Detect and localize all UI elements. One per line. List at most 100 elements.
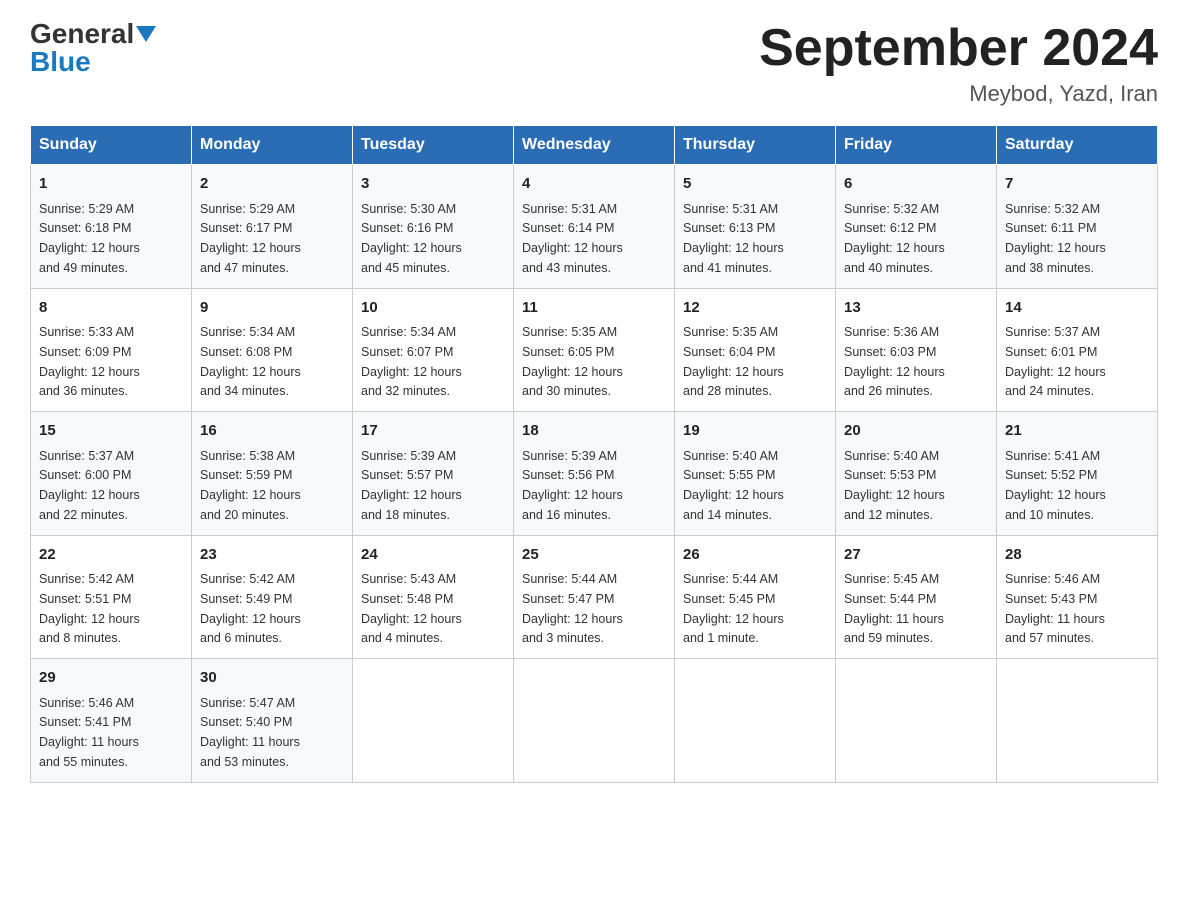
calendar-day-cell: 9Sunrise: 5:34 AMSunset: 6:08 PMDaylight… — [192, 288, 353, 412]
calendar-week-row: 15 Sunrise: 5:37 AMSunset: 6:00 PMDayligh… — [31, 412, 1158, 536]
day-number: 7 — [1005, 173, 1149, 196]
day-info-text: Sunrise: 5:40 AMSunset: 5:53 PMDaylight:… — [844, 449, 945, 522]
logo: General Blue — [30, 20, 156, 76]
day-info-text: Sunrise: 5:43 AMSunset: 5:48 PMDaylight:… — [361, 572, 462, 645]
calendar-day-cell: 3 Sunrise: 5:30 AMSunset: 6:16 PMDaylight… — [353, 165, 514, 289]
day-number: 17 — [361, 420, 505, 443]
calendar-day-cell: 19 Sunrise: 5:40 AMSunset: 5:55 PMDayligh… — [675, 412, 836, 536]
day-number: 6 — [844, 173, 988, 196]
day-info-text: Sunrise: 5:39 AMSunset: 5:56 PMDaylight:… — [522, 449, 623, 522]
calendar-table: SundayMondayTuesdayWednesdayThursdayFrid… — [30, 125, 1158, 783]
calendar-day-cell: 2 Sunrise: 5:29 AMSunset: 6:17 PMDaylight… — [192, 165, 353, 289]
calendar-day-cell: 17Sunrise: 5:39 AMSunset: 5:57 PMDayligh… — [353, 412, 514, 536]
calendar-week-row: 8Sunrise: 5:33 AMSunset: 6:09 PMDaylight… — [31, 288, 1158, 412]
day-info-text: Sunrise: 5:42 AMSunset: 5:49 PMDaylight:… — [200, 572, 301, 645]
day-info-text: Sunrise: 5:45 AMSunset: 5:44 PMDaylight:… — [844, 572, 944, 645]
calendar-day-cell: 15 Sunrise: 5:37 AMSunset: 6:00 PMDayligh… — [31, 412, 192, 536]
calendar-day-cell: 12 Sunrise: 5:35 AMSunset: 6:04 PMDayligh… — [675, 288, 836, 412]
day-info-text: Sunrise: 5:34 AMSunset: 6:07 PMDaylight:… — [361, 325, 462, 398]
weekday-header-row: SundayMondayTuesdayWednesdayThursdayFrid… — [31, 126, 1158, 165]
day-number: 10 — [361, 297, 505, 320]
weekday-header-wednesday: Wednesday — [514, 126, 675, 165]
calendar-day-cell — [675, 659, 836, 783]
weekday-header-sunday: Sunday — [31, 126, 192, 165]
calendar-day-cell: 21 Sunrise: 5:41 AMSunset: 5:52 PMDayligh… — [997, 412, 1158, 536]
day-number: 20 — [844, 420, 988, 443]
logo-blue: Blue — [30, 48, 91, 76]
calendar-week-row: 29 Sunrise: 5:46 AMSunset: 5:41 PMDayligh… — [31, 659, 1158, 783]
day-info-text: Sunrise: 5:29 AMSunset: 6:18 PMDaylight:… — [39, 202, 140, 275]
calendar-day-cell: 27Sunrise: 5:45 AMSunset: 5:44 PMDayligh… — [836, 535, 997, 659]
day-info-text: Sunrise: 5:46 AMSunset: 5:43 PMDaylight:… — [1005, 572, 1105, 645]
calendar-subtitle: Meybod, Yazd, Iran — [759, 81, 1158, 107]
calendar-day-cell: 4Sunrise: 5:31 AMSunset: 6:14 PMDaylight… — [514, 165, 675, 289]
calendar-day-cell — [514, 659, 675, 783]
calendar-day-cell: 25 Sunrise: 5:44 AMSunset: 5:47 PMDayligh… — [514, 535, 675, 659]
day-info-text: Sunrise: 5:32 AMSunset: 6:11 PMDaylight:… — [1005, 202, 1106, 275]
weekday-header-saturday: Saturday — [997, 126, 1158, 165]
day-info-text: Sunrise: 5:40 AMSunset: 5:55 PMDaylight:… — [683, 449, 784, 522]
calendar-week-row: 22 Sunrise: 5:42 AMSunset: 5:51 PMDayligh… — [31, 535, 1158, 659]
calendar-week-row: 1 Sunrise: 5:29 AMSunset: 6:18 PMDaylight… — [31, 165, 1158, 289]
weekday-header-friday: Friday — [836, 126, 997, 165]
calendar-day-cell: 23 Sunrise: 5:42 AMSunset: 5:49 PMDayligh… — [192, 535, 353, 659]
day-number: 2 — [200, 173, 344, 196]
day-info-text: Sunrise: 5:33 AMSunset: 6:09 PMDaylight:… — [39, 325, 140, 398]
day-number: 5 — [683, 173, 827, 196]
calendar-day-cell: 22 Sunrise: 5:42 AMSunset: 5:51 PMDayligh… — [31, 535, 192, 659]
day-number: 23 — [200, 544, 344, 567]
logo-triangle-icon — [136, 26, 156, 42]
calendar-day-cell: 14 Sunrise: 5:37 AMSunset: 6:01 PMDayligh… — [997, 288, 1158, 412]
day-number: 21 — [1005, 420, 1149, 443]
day-number: 30 — [200, 667, 344, 690]
calendar-day-cell: 18 Sunrise: 5:39 AMSunset: 5:56 PMDayligh… — [514, 412, 675, 536]
day-info-text: Sunrise: 5:38 AMSunset: 5:59 PMDaylight:… — [200, 449, 301, 522]
day-info-text: Sunrise: 5:44 AMSunset: 5:47 PMDaylight:… — [522, 572, 623, 645]
day-number: 22 — [39, 544, 183, 567]
day-info-text: Sunrise: 5:35 AMSunset: 6:04 PMDaylight:… — [683, 325, 784, 398]
calendar-body: 1 Sunrise: 5:29 AMSunset: 6:18 PMDaylight… — [31, 165, 1158, 783]
calendar-day-cell: 1 Sunrise: 5:29 AMSunset: 6:18 PMDaylight… — [31, 165, 192, 289]
weekday-header-thursday: Thursday — [675, 126, 836, 165]
day-number: 28 — [1005, 544, 1149, 567]
calendar-day-cell: 13Sunrise: 5:36 AMSunset: 6:03 PMDayligh… — [836, 288, 997, 412]
calendar-title: September 2024 — [759, 20, 1158, 77]
day-number: 14 — [1005, 297, 1149, 320]
calendar-day-cell: 10 Sunrise: 5:34 AMSunset: 6:07 PMDayligh… — [353, 288, 514, 412]
day-info-text: Sunrise: 5:37 AMSunset: 6:01 PMDaylight:… — [1005, 325, 1106, 398]
day-number: 15 — [39, 420, 183, 443]
day-info-text: Sunrise: 5:44 AMSunset: 5:45 PMDaylight:… — [683, 572, 784, 645]
day-info-text: Sunrise: 5:29 AMSunset: 6:17 PMDaylight:… — [200, 202, 301, 275]
logo-general: General — [30, 20, 134, 48]
calendar-day-cell: 11Sunrise: 5:35 AMSunset: 6:05 PMDayligh… — [514, 288, 675, 412]
day-number: 1 — [39, 173, 183, 196]
calendar-header: SundayMondayTuesdayWednesdayThursdayFrid… — [31, 126, 1158, 165]
calendar-day-cell: 29 Sunrise: 5:46 AMSunset: 5:41 PMDayligh… — [31, 659, 192, 783]
day-number: 26 — [683, 544, 827, 567]
day-number: 3 — [361, 173, 505, 196]
day-number: 12 — [683, 297, 827, 320]
day-number: 4 — [522, 173, 666, 196]
day-number: 18 — [522, 420, 666, 443]
day-info-text: Sunrise: 5:34 AMSunset: 6:08 PMDaylight:… — [200, 325, 301, 398]
title-block: September 2024 Meybod, Yazd, Iran — [759, 20, 1158, 107]
calendar-day-cell — [353, 659, 514, 783]
weekday-header-tuesday: Tuesday — [353, 126, 514, 165]
day-number: 19 — [683, 420, 827, 443]
calendar-day-cell: 7 Sunrise: 5:32 AMSunset: 6:11 PMDaylight… — [997, 165, 1158, 289]
day-info-text: Sunrise: 5:41 AMSunset: 5:52 PMDaylight:… — [1005, 449, 1106, 522]
calendar-day-cell: 30 Sunrise: 5:47 AMSunset: 5:40 PMDayligh… — [192, 659, 353, 783]
day-info-text: Sunrise: 5:46 AMSunset: 5:41 PMDaylight:… — [39, 696, 139, 769]
day-number: 11 — [522, 297, 666, 320]
day-info-text: Sunrise: 5:37 AMSunset: 6:00 PMDaylight:… — [39, 449, 140, 522]
day-number: 29 — [39, 667, 183, 690]
day-number: 16 — [200, 420, 344, 443]
day-info-text: Sunrise: 5:47 AMSunset: 5:40 PMDaylight:… — [200, 696, 300, 769]
calendar-day-cell: 24Sunrise: 5:43 AMSunset: 5:48 PMDayligh… — [353, 535, 514, 659]
day-info-text: Sunrise: 5:36 AMSunset: 6:03 PMDaylight:… — [844, 325, 945, 398]
day-number: 25 — [522, 544, 666, 567]
day-info-text: Sunrise: 5:31 AMSunset: 6:13 PMDaylight:… — [683, 202, 784, 275]
day-info-text: Sunrise: 5:42 AMSunset: 5:51 PMDaylight:… — [39, 572, 140, 645]
calendar-day-cell: 8Sunrise: 5:33 AMSunset: 6:09 PMDaylight… — [31, 288, 192, 412]
day-info-text: Sunrise: 5:30 AMSunset: 6:16 PMDaylight:… — [361, 202, 462, 275]
